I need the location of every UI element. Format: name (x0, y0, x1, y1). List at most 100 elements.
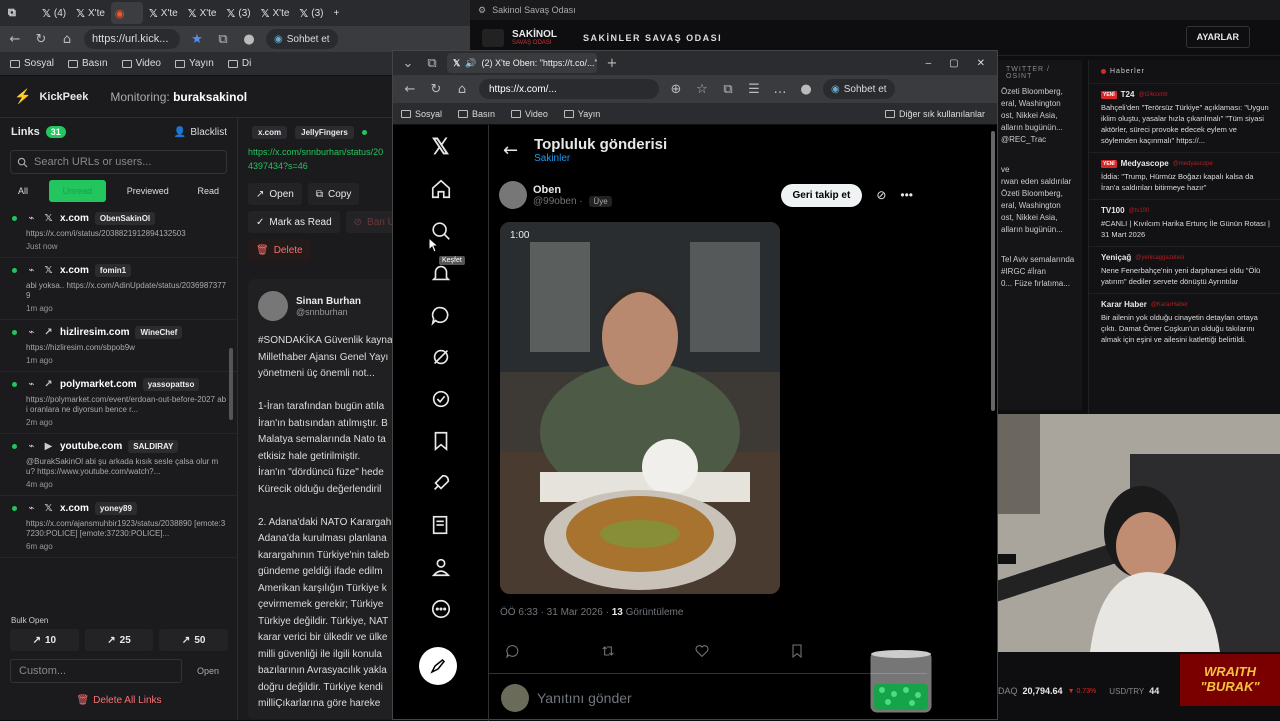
search-input[interactable]: Search URLs or users... (10, 150, 227, 174)
copy-button[interactable]: ⧉ Copy (307, 183, 360, 205)
other-bookmarks[interactable]: Diğer sık kullanılanlar (884, 109, 997, 119)
bookmark-folder[interactable]: Yayın (563, 109, 600, 119)
reply-icon[interactable] (505, 643, 521, 659)
delete-all-links-button[interactable]: 🗑 Delete All Links (0, 687, 238, 706)
mark-read-button[interactable]: ✓ Mark as Read (248, 211, 340, 233)
zoom-icon[interactable]: ⊕ (667, 80, 685, 98)
back-arrow-icon[interactable]: ← (503, 140, 518, 161)
favorites-icon[interactable]: ☰ (745, 80, 763, 98)
chat-button[interactable]: ◉ Sohbet et (823, 79, 895, 99)
nav-bookmarks[interactable] (421, 421, 461, 461)
nav-jobs[interactable] (421, 463, 461, 503)
bookmark-folder[interactable]: Basın (458, 109, 495, 119)
news-item[interactable]: YENİ Medyascope @medyascope İddia: "Trump, … (1089, 152, 1280, 199)
url-field[interactable]: https://url.kick... (84, 29, 180, 49)
follow-back-button[interactable]: Geri takip et (780, 183, 863, 207)
x-url-field[interactable]: https://x.com/... (479, 79, 659, 99)
browser-tab[interactable]: 𝕏 X'te (257, 2, 294, 24)
maximize-icon[interactable]: ▢ (949, 58, 958, 69)
author-avatar[interactable] (499, 181, 527, 209)
custom-open-button[interactable]: Open (188, 666, 228, 676)
link-list-item[interactable]: ⌁ ▶ youtube.com SALDIRAY @BurakSakinOl abi ş… (0, 434, 237, 496)
open-button[interactable]: ↗ Open (248, 183, 302, 205)
minimize-icon[interactable]: – (926, 58, 932, 69)
repost-icon[interactable] (600, 643, 616, 659)
link-list-item[interactable]: ⌁ ↗ polymarket.com yassopattso https://polym… (0, 372, 237, 434)
compose-post-button[interactable] (419, 647, 457, 685)
link-list-item[interactable]: ⌁ ↗ hizliresim.com WineChef https://hizlires… (0, 320, 237, 372)
nav-grok[interactable] (421, 337, 461, 377)
back-icon[interactable]: ← (401, 80, 419, 98)
bookmark-folder[interactable]: Video (121, 58, 161, 69)
extensions-icon[interactable]: ⧉ (214, 30, 232, 48)
community-link[interactable]: Sakinler (534, 153, 667, 164)
nav-explore[interactable] (421, 211, 461, 251)
link-list-item[interactable]: ⌁ 𝕏x.com ObenSakinOl https://x.com/i/status… (0, 206, 237, 258)
browser-tab[interactable]: 𝕏 X'te (145, 2, 182, 24)
browser-tab[interactable]: 𝕏 X'te (184, 2, 221, 24)
filter-read[interactable]: Read (189, 180, 227, 202)
filter-unread[interactable]: Unread (48, 180, 107, 202)
more-icon[interactable]: … (771, 80, 789, 98)
browser-tab[interactable]: 𝕏 (4) (38, 2, 70, 24)
news-item[interactable]: Karar Haber @KararHaber Bir ailenin yok ol… (1089, 293, 1280, 351)
grok-icon[interactable]: ⊘ (876, 188, 886, 202)
nav-profile[interactable] (421, 547, 461, 587)
close-icon[interactable]: ✕ (977, 58, 985, 69)
reload-icon[interactable]: ↻ (427, 80, 445, 98)
star-icon[interactable]: ☆ (693, 80, 711, 98)
reply-composer[interactable]: Yanıtını gönder (489, 673, 927, 721)
back-icon[interactable]: ← (6, 30, 24, 48)
browser-tab[interactable]: 𝕏 (3) (223, 2, 255, 24)
bulk-open-50-button[interactable]: ↗ 50 (159, 629, 229, 651)
x-tab[interactable]: 𝕏 🔊 (2) X'te Oben: "https://t.co/..." (447, 53, 597, 73)
nav-more[interactable] (421, 589, 461, 629)
bookmark-folder[interactable]: Sosyal (401, 109, 442, 119)
links-scrollbar[interactable] (229, 348, 233, 420)
x-logo-button[interactable]: 𝕏 (421, 127, 461, 167)
news-item[interactable]: YENİ T24 @t24comtr Bahçeli'den "Terörsüz Tü… (1089, 83, 1280, 152)
nav-home[interactable] (421, 169, 461, 209)
x-scrollbar[interactable] (991, 131, 995, 411)
like-icon[interactable] (694, 643, 710, 659)
news-item[interactable]: Yeniçağ @yenicaggazetesi Nene Fenerbahçe'n… (1089, 246, 1280, 293)
bookmark-folder[interactable]: Basın (68, 58, 108, 69)
profile-icon[interactable]: ● (240, 30, 258, 48)
delete-button[interactable]: 🗑 Delete (248, 239, 311, 261)
star-icon[interactable]: ★ (188, 30, 206, 48)
bookmark-folder[interactable]: Sosyal (10, 58, 54, 69)
bulk-open-25-button[interactable]: ↗ 25 (84, 629, 154, 651)
settings-button[interactable]: AYARLAR (1185, 26, 1250, 48)
profile-icon[interactable]: ● (797, 80, 815, 98)
nav-messages[interactable] (421, 295, 461, 335)
browser-tab[interactable]: ⧉ (4, 2, 36, 24)
new-tab-icon[interactable]: + (603, 54, 621, 72)
tab-menu-icon[interactable]: ⌄ (399, 54, 417, 72)
custom-count-input[interactable]: Custom... (10, 659, 182, 683)
home-icon[interactable]: ⌂ (58, 30, 76, 48)
blacklist-button[interactable]: 👤 Blacklist (174, 127, 227, 138)
bulk-open-10-button[interactable]: ↗ 10 (10, 629, 79, 651)
post-timestamp[interactable]: ÖÖ 6:33 · 31 Mar 2026 · (500, 607, 609, 618)
bookmark-folder[interactable]: Video (511, 109, 548, 119)
link-list-item[interactable]: ⌁ 𝕏x.com fomin1 abi yoksa.. https://x.com/A… (0, 258, 237, 320)
browser-tab[interactable]: ◉ (110, 2, 143, 24)
bookmark-folder[interactable]: Di (227, 58, 251, 69)
bookmark-icon[interactable] (789, 643, 805, 659)
nav-premium[interactable] (421, 379, 461, 419)
news-item[interactable]: TV100 @tv100 #CANLI | Kıvılcım Harika Ertu… (1089, 199, 1280, 246)
link-list-item[interactable]: ⌁ 𝕏x.com yoney89 https://x.com/ajansmuhbir1… (0, 496, 237, 558)
more-options-icon[interactable]: ••• (900, 188, 917, 202)
bookmark-folder[interactable]: Yayın (175, 58, 214, 69)
home-icon[interactable]: ⌂ (453, 80, 471, 98)
nav-articles[interactable] (421, 505, 461, 545)
chat-button[interactable]: ◉ Sohbet et (266, 29, 338, 49)
window-icon[interactable]: ⧉ (423, 54, 441, 72)
reload-icon[interactable]: ↻ (32, 30, 50, 48)
filter-all[interactable]: All (10, 180, 36, 202)
new-tab-icon[interactable]: + (330, 2, 362, 24)
browser-tab[interactable]: 𝕏 (3) (295, 2, 327, 24)
post-video[interactable]: 1:00 (500, 222, 780, 594)
author-name[interactable]: Oben (533, 184, 612, 196)
extensions-icon[interactable]: ⧉ (719, 80, 737, 98)
